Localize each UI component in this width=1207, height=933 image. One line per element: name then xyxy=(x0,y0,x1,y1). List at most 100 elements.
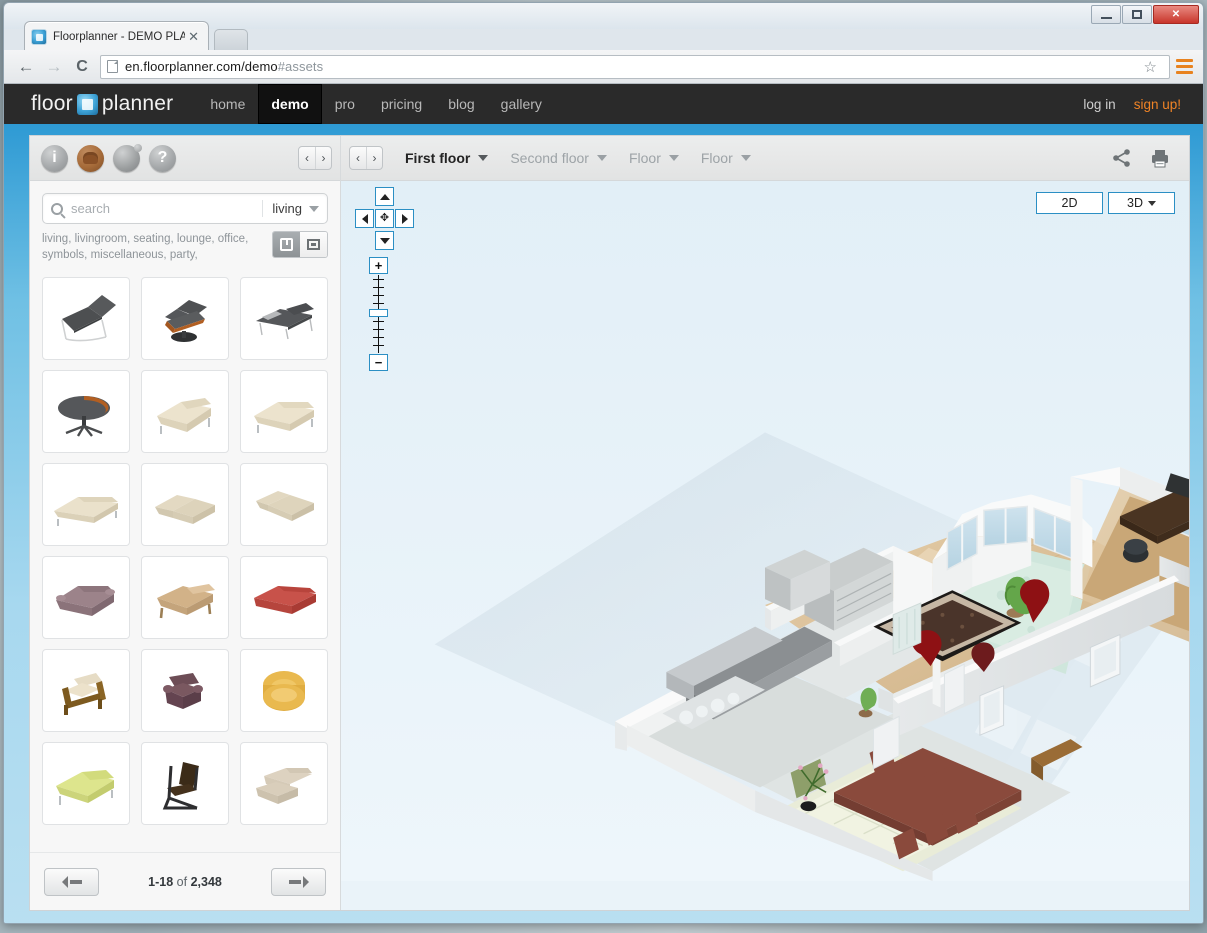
print-icon[interactable] xyxy=(1149,147,1171,169)
url-main: en.floorplanner.com/demo xyxy=(125,59,278,74)
zoom-in-button[interactable]: + xyxy=(369,257,388,274)
asset-thumbnail[interactable] xyxy=(141,742,229,825)
asset-thumbnail[interactable] xyxy=(141,556,229,639)
canvas-actions xyxy=(1111,147,1171,169)
signup-link[interactable]: sign up! xyxy=(1134,97,1181,112)
floorplan-3d-render[interactable] xyxy=(341,181,1189,881)
logo[interactable]: floor planner xyxy=(31,92,173,116)
nav-item-home[interactable]: home xyxy=(197,84,258,124)
forward-icon[interactable]: → xyxy=(40,57,68,77)
asset-thumbnail[interactable] xyxy=(42,463,130,546)
pan-control: ✥ xyxy=(355,187,415,249)
favicon-icon xyxy=(31,29,47,45)
new-tab-button[interactable] xyxy=(214,29,248,51)
floor-tab-label: First floor xyxy=(405,150,470,166)
prev-page-button[interactable] xyxy=(44,868,99,896)
category-tags: living, livingroom, seating, lounge, off… xyxy=(42,231,272,263)
library-view-toggle xyxy=(272,231,328,258)
chrome-menu-icon[interactable] xyxy=(1176,59,1193,74)
next-page-button[interactable] xyxy=(271,868,326,896)
asset-thumbnail[interactable] xyxy=(240,649,328,732)
asset-thumbnail[interactable] xyxy=(42,370,130,453)
asset-thumbnail[interactable] xyxy=(141,277,229,360)
url-text: en.floorplanner.com/demo#assets xyxy=(125,59,323,74)
search-bar[interactable]: living xyxy=(42,193,328,224)
view-3d-tab[interactable]: 3D xyxy=(1108,192,1175,214)
floor-toolbar: ‹ › First floor Second floor Floor xyxy=(341,136,1189,181)
browser-window: ✕ Floorplanner - DEMO PLA ✕ ← → C en.flo… xyxy=(3,2,1204,924)
nav-item-pricing[interactable]: pricing xyxy=(368,84,435,124)
floorplan-viewport[interactable]: 2D 3D ✥ xyxy=(341,181,1189,910)
view-2d-button[interactable] xyxy=(300,232,327,257)
asset-thumbnail[interactable] xyxy=(42,556,130,639)
asset-thumbnail[interactable] xyxy=(240,463,328,546)
nav-item-pro[interactable]: pro xyxy=(322,84,368,124)
floor-tab-third[interactable]: Floor xyxy=(629,150,679,166)
zoom-out-button[interactable]: − xyxy=(369,354,388,371)
asset-thumbnail[interactable] xyxy=(240,370,328,453)
view-3d-button[interactable] xyxy=(273,232,300,257)
info-icon[interactable]: i xyxy=(41,145,68,172)
help-icon[interactable]: ? xyxy=(149,145,176,172)
zoom-track[interactable] xyxy=(369,275,388,353)
floor-tab-label: Second floor xyxy=(510,150,589,166)
brand-logo-icon xyxy=(77,94,98,115)
asset-thumbnail[interactable] xyxy=(240,556,328,639)
zoom-slider: + − xyxy=(369,257,389,371)
address-bar[interactable]: en.floorplanner.com/demo#assets ☆ xyxy=(100,55,1170,79)
asset-thumbnail[interactable] xyxy=(240,277,328,360)
main-navigation: home demo pro pricing blog gallery xyxy=(197,84,555,124)
search-input[interactable] xyxy=(71,201,253,216)
chevron-down-icon[interactable] xyxy=(309,206,319,212)
materials-icon[interactable] xyxy=(113,145,140,172)
nav-item-demo[interactable]: demo xyxy=(258,84,321,124)
asset-library-sidebar: i ? ‹ › living xyxy=(30,136,341,910)
reload-icon[interactable]: C xyxy=(68,58,96,76)
bookmark-star-icon[interactable]: ☆ xyxy=(1144,58,1157,76)
nav-item-blog[interactable]: blog xyxy=(435,84,487,124)
pan-right-button[interactable] xyxy=(395,209,414,228)
brand-text-2: planner xyxy=(102,92,173,116)
search-zone: living xyxy=(30,181,340,224)
view-mode-buttons: 2D 3D xyxy=(1036,192,1175,214)
login-link[interactable]: log in xyxy=(1083,97,1115,112)
canvas-column: ‹ › First floor Second floor Floor xyxy=(341,136,1189,910)
site-header: floor planner home demo pro pricing blog… xyxy=(4,84,1203,124)
floor-next-button[interactable]: › xyxy=(366,147,382,169)
asset-thumbnail[interactable] xyxy=(42,649,130,732)
pagination-status: 1-18 of 2,348 xyxy=(148,875,222,889)
pan-center-button[interactable]: ✥ xyxy=(375,209,394,228)
back-icon[interactable]: ← xyxy=(12,57,40,77)
asset-thumbnail[interactable] xyxy=(42,742,130,825)
asset-thumbnail[interactable] xyxy=(141,649,229,732)
collapse-prev-button[interactable]: ‹ xyxy=(299,147,315,169)
floor-prev-button[interactable]: ‹ xyxy=(350,147,366,169)
tab-close-icon[interactable]: ✕ xyxy=(185,29,202,45)
url-fragment: #assets xyxy=(278,59,324,74)
asset-thumbnail[interactable] xyxy=(141,370,229,453)
pan-up-button[interactable] xyxy=(375,187,394,206)
furniture-icon[interactable] xyxy=(77,145,104,172)
share-icon[interactable] xyxy=(1111,147,1133,169)
floor-tab-second[interactable]: Second floor xyxy=(510,150,607,166)
square-icon xyxy=(307,239,320,250)
asset-thumbnail[interactable] xyxy=(240,742,328,825)
pan-left-button[interactable] xyxy=(355,209,374,228)
zoom-handle[interactable] xyxy=(369,309,388,317)
collapse-next-button[interactable]: › xyxy=(315,147,331,169)
view-3d-label: 3D xyxy=(1127,196,1143,210)
browser-tab[interactable]: Floorplanner - DEMO PLA ✕ xyxy=(24,21,209,51)
asset-thumbnail[interactable] xyxy=(42,277,130,360)
chevron-down-icon xyxy=(1148,201,1156,206)
asset-thumbnail[interactable] xyxy=(141,463,229,546)
pan-down-button[interactable] xyxy=(375,231,394,250)
chevron-down-icon[interactable] xyxy=(478,155,488,161)
floor-tab-fourth[interactable]: Floor xyxy=(701,150,751,166)
chevron-down-icon[interactable] xyxy=(741,155,751,161)
chevron-down-icon[interactable] xyxy=(669,155,679,161)
view-2d-tab[interactable]: 2D xyxy=(1036,192,1103,214)
browser-toolbar: ← → C en.floorplanner.com/demo#assets ☆ xyxy=(4,50,1203,84)
nav-item-gallery[interactable]: gallery xyxy=(488,84,555,124)
chevron-down-icon[interactable] xyxy=(597,155,607,161)
floor-tab-first[interactable]: First floor xyxy=(405,150,488,166)
